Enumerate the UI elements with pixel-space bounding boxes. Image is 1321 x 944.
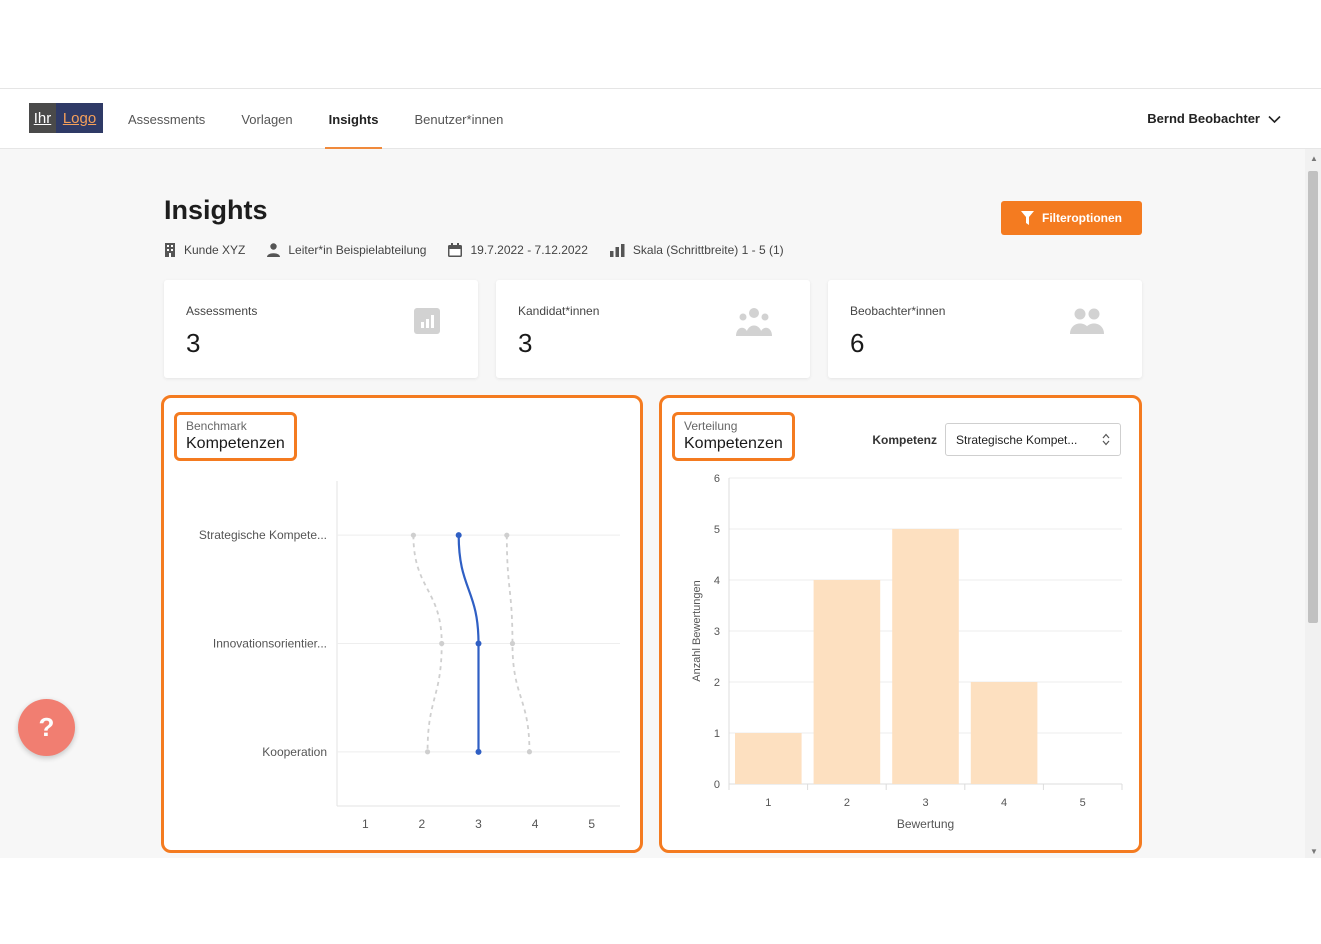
stat-card-assessments: Assessments 3 (164, 280, 478, 378)
x-axis-title: Bewertung (897, 817, 954, 831)
nav-links: Assessments Vorlagen Insights Benutzer*i… (128, 89, 521, 149)
scrollbar[interactable]: ▲ ▼ (1305, 149, 1321, 858)
filter-options-button[interactable]: Filteroptionen (1001, 201, 1142, 235)
meta-daterange: 19.7.2022 - 7.12.2022 (448, 243, 588, 257)
bar (735, 733, 802, 784)
top-navigation: Ihr Logo Assessments Vorlagen Insights B… (0, 89, 1321, 149)
distribution-panel: Verteilung Kompetenzen Kompetenz Strateg… (659, 395, 1142, 853)
distribution-chart: 0 1 2 3 4 5 6 1 2 3 4 5 Bewertung Anzahl Bewertungen (691, 473, 1123, 831)
bar-chart-icon (414, 308, 440, 334)
y-tick-label: 3 (714, 626, 720, 638)
group-icon (736, 308, 772, 336)
stat-card-value: 6 (850, 328, 865, 358)
logo-right: Logo (56, 103, 103, 133)
nav-item-vorlagen[interactable]: Vorlagen (223, 89, 310, 149)
scroll-down-icon[interactable]: ▼ (1310, 847, 1318, 856)
x-tick-label: 4 (532, 817, 539, 831)
category-label: Kooperation (262, 745, 327, 759)
nav-item-assessments[interactable]: Assessments (128, 89, 223, 149)
data-point-main (475, 640, 482, 647)
bar (813, 580, 881, 784)
data-point-band (439, 640, 445, 647)
filter-options-label: Filteroptionen (1042, 211, 1122, 225)
benchmark-chart: Strategische Kompete... Innovationsorient… (199, 481, 620, 831)
x-tick-label: 3 (922, 797, 928, 809)
help-button[interactable]: ? (18, 699, 75, 756)
filter-icon (1021, 211, 1034, 225)
filter-summary: Kunde XYZ Leiter*in Beispielabteilung 19… (164, 243, 784, 257)
data-point-band (526, 749, 533, 755)
bar (892, 529, 959, 784)
meta-role: Leiter*in Beispielabteilung (267, 243, 426, 257)
scrollbar-thumb[interactable] (1308, 171, 1318, 623)
y-tick-label: 2 (714, 677, 720, 689)
y-axis-title: Anzahl Bewertungen (691, 580, 703, 682)
users-icon (1070, 308, 1104, 334)
benchmark-panel: Benchmark Kompetenzen Strategische Kompe… (161, 395, 643, 853)
category-label: Strategische Kompete... (199, 528, 327, 542)
x-tick-label: 5 (1080, 797, 1086, 809)
y-tick-label: 5 (714, 524, 720, 536)
meta-scale: Skala (Schrittbreite) 1 - 5 (1) (609, 243, 784, 257)
logo[interactable]: Ihr Logo (29, 103, 103, 133)
data-point-band (509, 640, 516, 647)
stat-card-label: Beobachter*innen (850, 304, 946, 318)
y-tick-label: 4 (714, 575, 720, 587)
calendar-icon (448, 243, 463, 257)
x-tick-label: 2 (844, 797, 850, 809)
data-point-main (475, 748, 482, 755)
person-icon (267, 243, 281, 257)
x-tick-label: 5 (588, 817, 595, 831)
data-point-band (410, 532, 417, 538)
data-point-band (504, 532, 510, 538)
app-frame: Ihr Logo Assessments Vorlagen Insights B… (0, 88, 1321, 858)
x-tick-label: 1 (765, 797, 771, 809)
stat-card-value: 3 (518, 328, 533, 358)
stat-card-kandidaten: Kandidat*innen 3 (496, 280, 810, 378)
page-title: Insights (164, 195, 268, 225)
x-tick-label: 2 (419, 817, 426, 831)
x-tick-label: 4 (1001, 797, 1007, 809)
user-menu[interactable]: Bernd Beobachter (1147, 89, 1281, 149)
x-tick-label: 3 (475, 817, 482, 831)
x-tick-label: 1 (362, 817, 369, 831)
stat-card-beobachter: Beobachter*innen 6 (828, 280, 1142, 378)
scroll-up-icon[interactable]: ▲ (1310, 154, 1318, 163)
data-point-main (455, 532, 462, 539)
y-tick-label: 6 (714, 473, 720, 485)
category-label: Innovationsorientier... (213, 637, 327, 651)
building-icon (165, 243, 175, 257)
chevron-down-icon (1268, 115, 1281, 123)
y-tick-label: 1 (714, 728, 720, 740)
bar (970, 682, 1038, 784)
logo-left: Ihr (29, 103, 56, 133)
meta-daterange-text: 19.7.2022 - 7.12.2022 (470, 243, 588, 257)
meta-scale-text: Skala (Schrittbreite) 1 - 5 (1) (632, 243, 784, 257)
bar-chart-icon (609, 243, 625, 257)
stat-card-label: Kandidat*innen (518, 304, 600, 318)
y-tick-label: 0 (714, 779, 720, 791)
data-point-band (424, 749, 431, 755)
user-name: Bernd Beobachter (1147, 111, 1260, 126)
meta-client-text: Kunde XYZ (184, 243, 246, 257)
meta-client: Kunde XYZ (164, 243, 245, 257)
stat-card-value: 3 (186, 328, 201, 358)
nav-item-benutzer[interactable]: Benutzer*innen (396, 89, 521, 149)
meta-role-text: Leiter*in Beispielabteilung (288, 243, 427, 257)
stat-card-label: Assessments (186, 304, 258, 318)
nav-item-insights[interactable]: Insights (311, 89, 397, 149)
